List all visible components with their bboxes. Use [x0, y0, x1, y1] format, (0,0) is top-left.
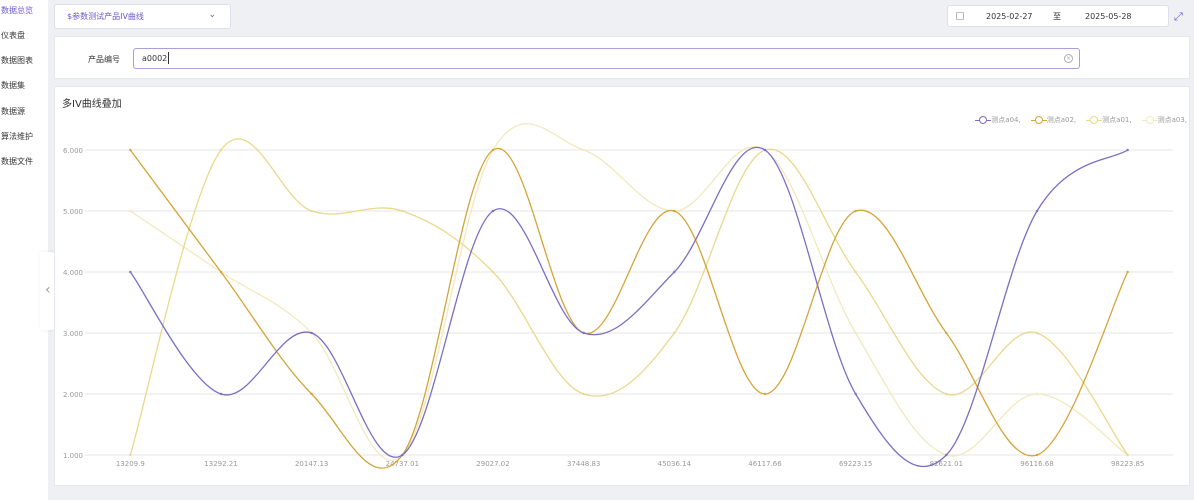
- data-point: [219, 392, 223, 396]
- data-point: [1035, 209, 1039, 213]
- data-point: [310, 331, 313, 335]
- product-id-input[interactable]: a0002 ×: [133, 48, 1080, 69]
- data-point: [1035, 453, 1039, 457]
- x-tick-label: 13209.9: [116, 460, 145, 468]
- product-id-value: a0002: [142, 54, 168, 63]
- text-cursor: [168, 52, 169, 64]
- y-tick-label: 6.000: [63, 147, 83, 155]
- data-point: [763, 148, 767, 152]
- sidebar-item-dashboard[interactable]: 仪表盘: [0, 26, 48, 46]
- data-point: [582, 392, 585, 396]
- x-tick-label: 37448.83: [567, 460, 600, 468]
- x-tick-label: 96116.68: [1020, 460, 1053, 468]
- data-point: [854, 270, 857, 274]
- product-id-label: 产品编号: [88, 55, 120, 64]
- series-line: [129, 123, 1129, 461]
- series-line: [129, 138, 1129, 456]
- date-separator: 至: [1053, 12, 1061, 21]
- y-tick-label: 1.000: [63, 452, 83, 460]
- date-range-picker[interactable]: 2025-02-27 至 2025-05-28: [947, 5, 1169, 27]
- data-point: [673, 331, 676, 335]
- sidebar-item-overview[interactable]: 数据总览: [0, 1, 48, 21]
- chart-select-value: $参数测试产品IV曲线: [67, 12, 144, 21]
- chart-panel: 多IV曲线叠加 测点a04, 测点a02, 测点a01, 测点a03, 1.000 2.…: [54, 86, 1190, 486]
- data-point: [129, 148, 132, 152]
- data-point: [310, 209, 313, 213]
- filter-panel: 产品编号 a0002 ×: [54, 36, 1190, 79]
- x-tick-label: 13292.21: [204, 460, 237, 468]
- data-point: [310, 392, 313, 396]
- x-tick-label: 46117.66: [748, 460, 782, 468]
- data-point: [1035, 392, 1039, 396]
- data-point: [401, 209, 404, 213]
- data-point: [1126, 270, 1129, 274]
- x-tick-label: 98223.85: [1111, 460, 1144, 468]
- data-point: [1035, 331, 1039, 335]
- x-tick-label: 45036.14: [658, 460, 692, 468]
- data-point: [219, 148, 223, 152]
- data-point: [491, 270, 495, 274]
- y-tick-label: 5.000: [63, 208, 83, 216]
- data-point: [673, 209, 676, 213]
- sidebar-item-datasets[interactable]: 数据集: [0, 76, 48, 96]
- series-line: [129, 147, 1129, 469]
- date-end[interactable]: 2025-05-28: [1085, 12, 1132, 21]
- data-point: [673, 270, 676, 274]
- toolbar: $参数测试产品IV曲线 ⌄ 2025-02-27 至 2025-05-28 ⤢: [54, 4, 1190, 32]
- chevron-down-icon: ⌄: [208, 10, 216, 20]
- y-tick-label: 4.000: [63, 269, 83, 277]
- data-point: [582, 331, 585, 335]
- sidebar-item-charts[interactable]: 数据图表: [0, 51, 48, 71]
- sidebar-item-files[interactable]: 数据文件: [0, 152, 48, 172]
- data-point: [129, 453, 132, 457]
- x-tick-label: 24737.01: [386, 460, 419, 468]
- data-point: [129, 270, 132, 274]
- data-point: [491, 209, 495, 213]
- data-point: [854, 209, 857, 213]
- chart-plot: 1.000 2.000 3.000 4.000 5.000 6.000 13209.9 132…: [63, 123, 1173, 469]
- data-point: [401, 453, 404, 457]
- sidebar-item-algorithms[interactable]: 算法维护: [0, 127, 48, 147]
- chart-select[interactable]: $参数测试产品IV曲线 ⌄: [54, 4, 231, 29]
- x-tick-label: 69223.15: [839, 460, 872, 468]
- calendar-icon: [956, 12, 964, 20]
- data-point: [1126, 453, 1129, 457]
- data-point: [945, 392, 948, 396]
- x-tick-label: 29027.02: [476, 460, 509, 468]
- clear-icon[interactable]: ×: [1064, 54, 1073, 63]
- data-point: [854, 331, 857, 335]
- y-tick-label: 2.000: [63, 391, 83, 399]
- sidebar: 数据总览 仪表盘 数据图表 数据集 数据源 算法维护 数据文件: [0, 0, 48, 500]
- data-point: [763, 392, 767, 396]
- data-point: [1126, 148, 1129, 152]
- data-point: [854, 392, 857, 396]
- chevron-left-icon: ‹: [45, 282, 51, 298]
- data-point: [945, 453, 948, 457]
- y-tick-label: 3.000: [63, 330, 83, 338]
- data-point: [491, 148, 495, 152]
- data-point: [582, 148, 585, 152]
- sidebar-item-datasources[interactable]: 数据源: [0, 102, 48, 122]
- data-point: [219, 270, 223, 274]
- x-tick-label: 20147.13: [295, 460, 328, 468]
- date-start[interactable]: 2025-02-27: [986, 12, 1033, 21]
- data-point: [129, 209, 132, 213]
- data-point: [945, 331, 948, 335]
- fullscreen-icon[interactable]: ⤢: [1174, 10, 1183, 24]
